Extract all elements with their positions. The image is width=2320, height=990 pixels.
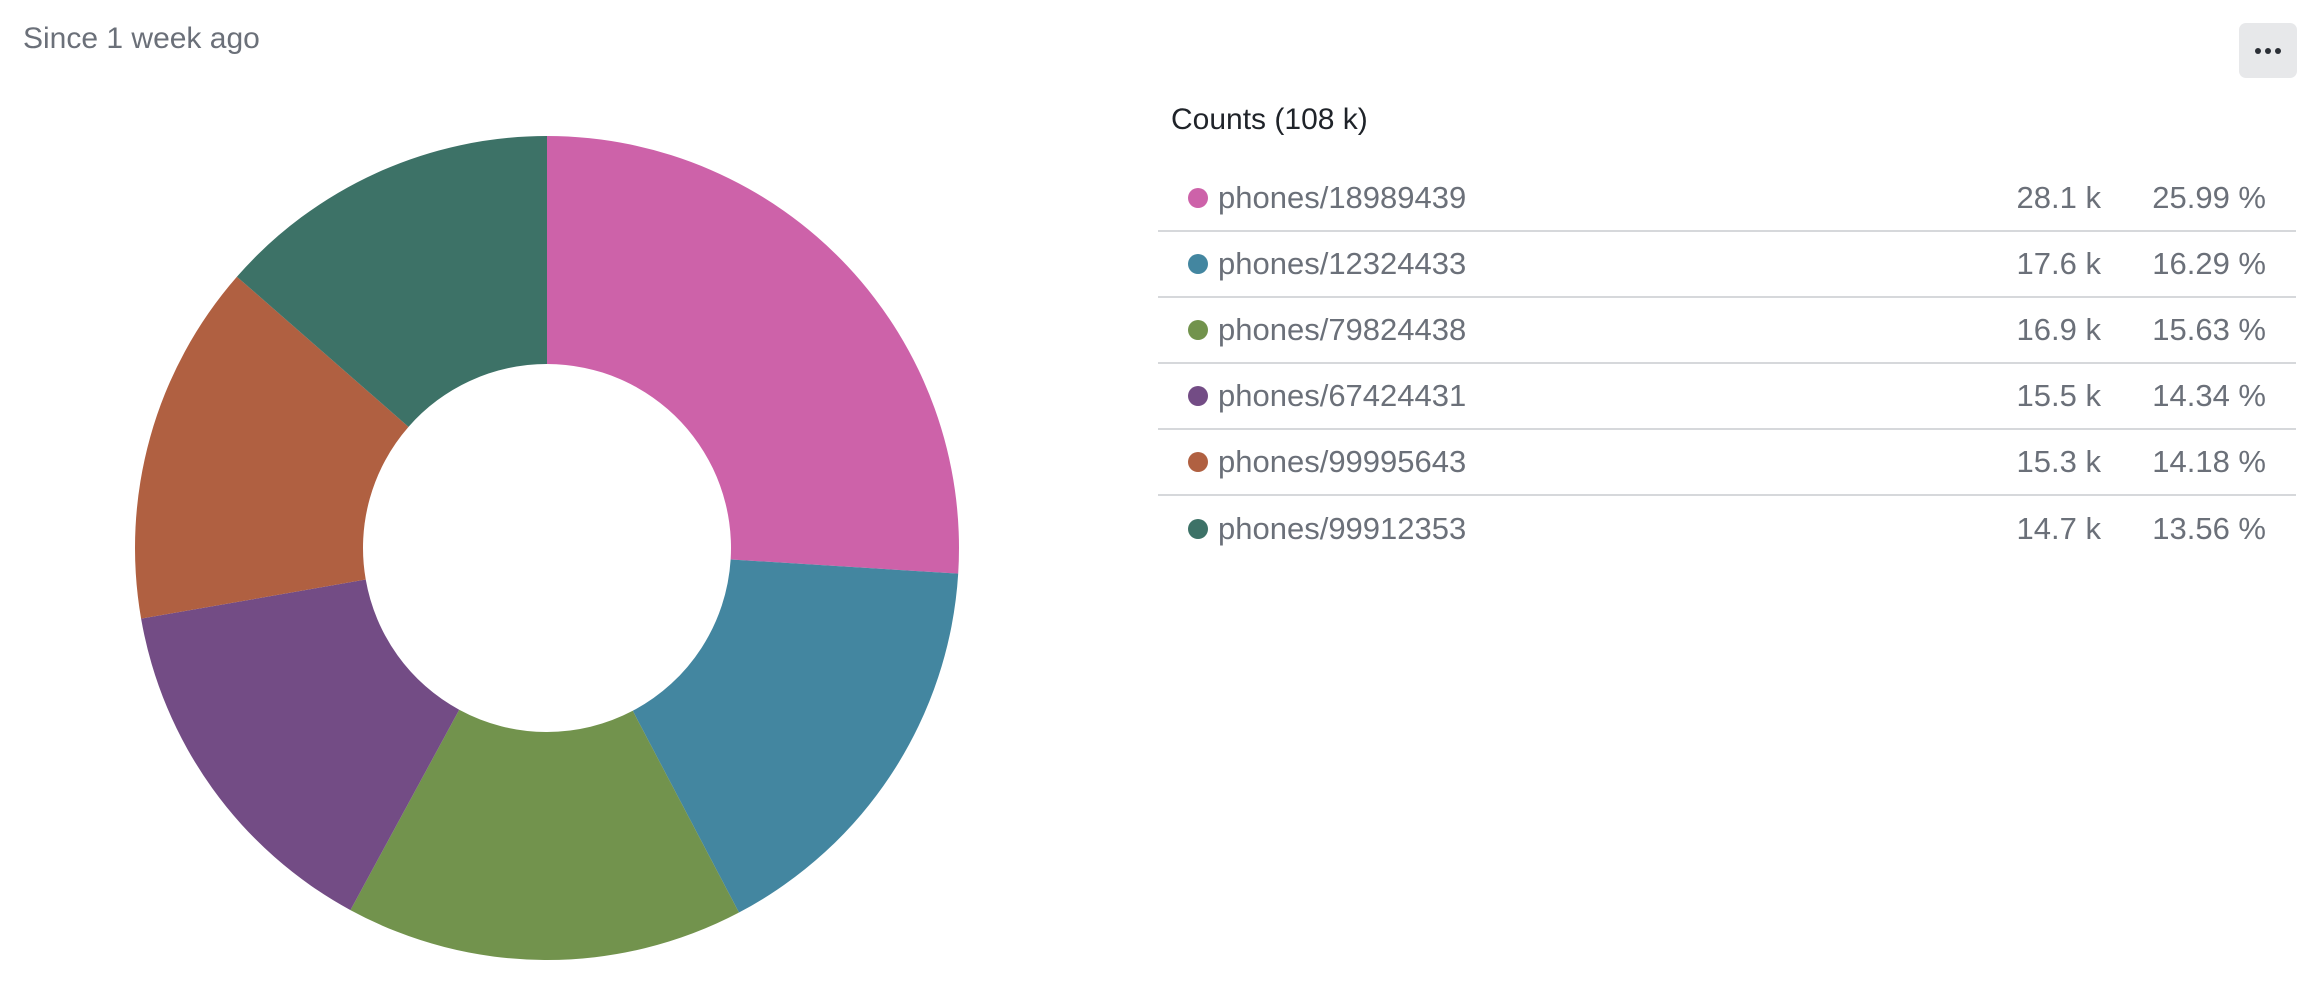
legend-label: phones/79824438	[1218, 312, 1467, 347]
legend-color-swatch	[1188, 254, 1208, 274]
legend-percentage: 15.63 %	[2152, 312, 2266, 347]
legend-label: phones/99995643	[1218, 444, 1467, 479]
legend-item[interactable]: phones/79824438 16.9 k 15.63 %	[1158, 298, 2296, 364]
legend-percentage: 14.18 %	[2152, 444, 2266, 479]
legend-color-swatch	[1188, 188, 1208, 208]
legend-count: 14.7 k	[2016, 511, 2101, 546]
legend-label: phones/99912353	[1218, 511, 1467, 546]
legend-color-swatch	[1188, 452, 1208, 472]
legend-percentage: 16.29 %	[2152, 246, 2266, 281]
more-options-button[interactable]	[2239, 23, 2297, 78]
legend-percentage: 25.99 %	[2152, 180, 2266, 215]
legend-title: Counts (108 k)	[1171, 103, 1368, 136]
legend-label: phones/12324433	[1218, 246, 1467, 281]
legend-item[interactable]: phones/99912353 14.7 k 13.56 %	[1158, 496, 2296, 562]
donut-chart	[134, 136, 959, 960]
legend-count: 17.6 k	[2016, 246, 2101, 281]
chart-legend: Counts (108 k) phones/18989439 28.1 k 25.9…	[1158, 96, 2296, 562]
legend-item[interactable]: phones/67424431 15.5 k 14.34 %	[1158, 364, 2296, 430]
legend-color-swatch	[1188, 320, 1208, 340]
legend-percentage: 14.34 %	[2152, 378, 2266, 413]
more-horizontal-icon	[2255, 47, 2281, 54]
donut-slice-phones-18989439[interactable]	[547, 136, 959, 574]
legend-rows: phones/18989439 28.1 k 25.99 % phones/12324…	[1158, 166, 2296, 562]
chart-panel: Since 1 week ago Counts (108 k) phones/1…	[0, 0, 2320, 990]
legend-count: 28.1 k	[2016, 180, 2101, 215]
legend-label: phones/18989439	[1218, 180, 1467, 215]
legend-count: 15.3 k	[2016, 444, 2101, 479]
legend-count: 16.9 k	[2016, 312, 2101, 347]
legend-item[interactable]: phones/99995643 15.3 k 14.18 %	[1158, 430, 2296, 496]
legend-label: phones/67424431	[1218, 378, 1467, 413]
legend-item[interactable]: phones/18989439 28.1 k 25.99 %	[1158, 166, 2296, 232]
legend-item[interactable]: phones/12324433 17.6 k 16.29 %	[1158, 232, 2296, 298]
legend-count: 15.5 k	[2016, 378, 2101, 413]
legend-percentage: 13.56 %	[2152, 511, 2266, 546]
legend-color-swatch	[1188, 386, 1208, 406]
legend-color-swatch	[1188, 519, 1208, 539]
